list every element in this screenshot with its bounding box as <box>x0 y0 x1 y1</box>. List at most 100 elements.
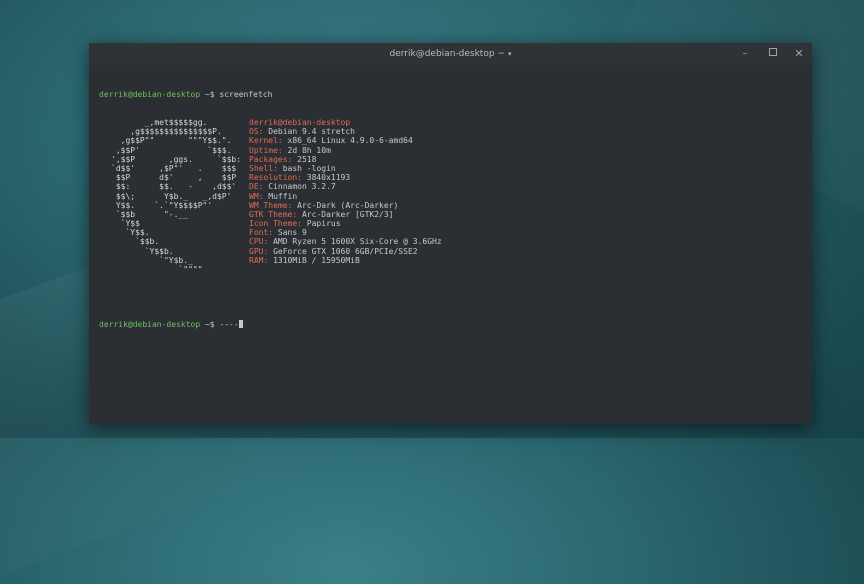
system-info-item: RAM: 1310MiB / 15950MiB <box>249 256 360 265</box>
command-text: ---- <box>219 320 239 330</box>
debian-logo-line: $$P d$' , $$P <box>111 173 237 183</box>
chevron-down-icon[interactable]: ▾ <box>508 50 512 58</box>
screenfetch-row: `"""" <box>99 265 802 274</box>
info-value: GeForce GTX 1060 6GB/PCIe/SSE2 <box>268 246 418 256</box>
maximize-icon <box>769 48 777 56</box>
system-info-item: Resolution: 3840x1193 <box>249 173 350 182</box>
debian-logo-line: `$$b. <box>111 237 160 247</box>
screenfetch-row: `$$b. CPU: AMD Ryzen 5 1600X Six-Core @ 3… <box>99 237 802 246</box>
info-key: Resolution: <box>249 173 302 183</box>
info-value: bash -login <box>277 163 336 173</box>
debian-logo-line: `Y$$b. <box>111 246 174 256</box>
system-info-item: Packages: 2518 <box>249 155 316 164</box>
info-value: Debian 9.4 stretch <box>263 127 355 137</box>
terminal-output[interactable]: derrik@debian-desktop ~$ screenfetch _,m… <box>99 72 802 416</box>
debian-logo-line: _,met$$$$$gg. <box>111 118 208 127</box>
system-info-item: Shell: bash -login <box>249 164 336 173</box>
debian-logo-line: $$: $$. - ,d$$' <box>111 182 237 192</box>
screenfetch-row: `$$b "-.__ GTK Theme: Arc-Darker [GTK2/3] <box>99 210 802 219</box>
minimize-button[interactable]: – <box>734 43 756 65</box>
info-value: Arc-Darker [GTK2/3] <box>297 209 394 219</box>
text-cursor <box>238 320 243 329</box>
info-value: 2518 <box>292 154 317 164</box>
info-value: Muffin <box>263 191 298 201</box>
info-key: Shell: <box>249 163 278 173</box>
system-info-item: WM: Muffin <box>249 192 297 201</box>
screenfetch-row: ,g$$$$$$$$$$$$$$$P. OS: Debian 9.4 stretc… <box>99 127 802 136</box>
info-value: 2d 8h 10m <box>282 145 331 155</box>
debian-logo-line: `Y$$ <box>111 219 140 229</box>
info-key: OS: <box>249 127 264 137</box>
prompt-user-host: derrik@debian-desktop <box>99 320 201 330</box>
system-info-item: Font: Sans 9 <box>249 228 307 237</box>
info-key: RAM: <box>249 255 269 265</box>
info-value: 1310MiB / 15950MiB <box>268 255 360 265</box>
system-info-item: WM Theme: Arc-Dark (Arc-Darker) <box>249 201 398 210</box>
info-key: GPU: <box>249 246 269 256</box>
info-value: Cinnamon 3.2.7 <box>263 182 336 192</box>
info-key: DE: <box>249 182 264 192</box>
debian-logo-line: `"""" <box>111 265 203 274</box>
info-key: Uptime: <box>249 145 283 155</box>
screenfetch-row: `"Y$b._ RAM: 1310MiB / 15950MiB <box>99 256 802 265</box>
info-key: GTK Theme: <box>249 209 298 219</box>
prompt-user-host: derrik@debian-desktop <box>99 90 201 100</box>
info-key: Font: <box>249 228 274 238</box>
info-key: Icon Theme: <box>249 219 302 229</box>
system-info-item: GPU: GeForce GTX 1060 6GB/PCIe/SSE2 <box>249 247 418 256</box>
terminal-window[interactable]: derrik@debian-desktop ~ ▾ – ✕ derrik@debi… <box>89 43 812 424</box>
system-info-item: CPU: AMD Ryzen 5 1600X Six-Core @ 3.6GHz <box>249 237 442 246</box>
screenfetch-row: ,$$P' `$$$. Uptime: 2d 8h 10m <box>99 146 802 155</box>
screenfetch-row: ',$$P ,ggs. `$$b: Packages: 2518 <box>99 155 802 164</box>
info-key: WM Theme: <box>249 200 293 210</box>
screenfetch-row: `Y$$b. GPU: GeForce GTX 1060 6GB/PCIe/SSE… <box>99 247 802 256</box>
info-value: AMD Ryzen 5 1600X Six-Core @ 3.6GHz <box>268 237 442 247</box>
close-button[interactable]: ✕ <box>788 43 810 65</box>
info-key: WM: <box>249 191 264 201</box>
title-bar[interactable]: derrik@debian-desktop ~ ▾ – ✕ <box>89 43 812 65</box>
screenfetch-row: $$P d$' , $$P Resolution: 3840x1193 <box>99 173 802 182</box>
debian-logo-line: `"Y$b._ <box>111 255 193 265</box>
system-info-item: DE: Cinnamon 3.2.7 <box>249 182 336 191</box>
prompt-line: derrik@debian-desktop ~$ screenfetch <box>99 90 802 99</box>
maximize-button[interactable] <box>762 43 784 65</box>
debian-logo-line: $$\; Y$b._ _,d$P' <box>111 191 232 201</box>
info-key: CPU: <box>249 237 269 247</box>
info-value: Papirus <box>301 219 341 229</box>
screenfetch-row: `d$$' ,$P"' . $$$ Shell: bash -login <box>99 164 802 173</box>
debian-logo-line: ',$$P ,ggs. `$$b: <box>111 154 242 164</box>
screenfetch-row: ,g$$P"" """Y$$.". Kernel: x86_64 Linux 4.… <box>99 136 802 145</box>
screenfetch-row: _,met$$$$$gg. derrik@debian-desktop <box>99 118 802 127</box>
window-title: derrik@debian-desktop ~ ▾ <box>89 43 812 65</box>
prompt-path: ~$ <box>200 320 220 330</box>
debian-logo-line: ,g$$$$$$$$$$$$$$$P. <box>111 127 222 137</box>
debian-logo-line: ,g$$P"" """Y$$.". <box>111 136 232 146</box>
screenfetch-row: Y$$. `.`"Y$$$$P"' WM Theme: Arc-Dark (Arc… <box>99 201 802 210</box>
screenfetch-row: $$\; Y$b._ _,d$P' WM: Muffin <box>99 192 802 201</box>
screenfetch-row: `Y$$. Font: Sans 9 <box>99 228 802 237</box>
system-info-item: GTK Theme: Arc-Darker [GTK2/3] <box>249 210 394 219</box>
system-info-item: Kernel: x86_64 Linux 4.9.0-6-amd64 <box>249 136 413 145</box>
screenfetch-row: $$: $$. - ,d$$' DE: Cinnamon 3.2.7 <box>99 182 802 191</box>
prompt-line: derrik@debian-desktop ~$ ---- <box>99 320 802 329</box>
screenfetch-row: `Y$$ Icon Theme: Papirus <box>99 219 802 228</box>
info-key: Kernel: <box>249 136 283 146</box>
debian-logo-line: `$$b "-.__ <box>111 209 189 219</box>
prompt-path: ~$ <box>200 90 220 100</box>
info-value: 3840x1193 <box>301 173 351 183</box>
screenfetch-output: _,met$$$$$gg. derrik@debian-desktop ,g$$$… <box>99 118 802 274</box>
debian-logo-line: ,$$P' `$$$. <box>111 145 232 155</box>
debian-logo-line: Y$$. `.`"Y$$$$P"' <box>111 200 213 210</box>
system-info-item: Icon Theme: Papirus <box>249 219 341 228</box>
system-info-item: Uptime: 2d 8h 10m <box>249 146 331 155</box>
command-text: screenfetch <box>219 90 273 100</box>
system-header: derrik@debian-desktop <box>249 118 351 127</box>
info-key: Packages: <box>249 154 293 164</box>
info-value: x86_64 Linux 4.9.0-6-amd64 <box>282 136 413 146</box>
system-info-item: OS: Debian 9.4 stretch <box>249 127 355 136</box>
info-value: Arc-Dark (Arc-Darker) <box>292 200 399 210</box>
window-title-text: derrik@debian-desktop ~ <box>389 49 505 59</box>
info-value: Sans 9 <box>273 228 307 238</box>
debian-logo-line: `d$$' ,$P"' . $$$ <box>111 163 237 173</box>
